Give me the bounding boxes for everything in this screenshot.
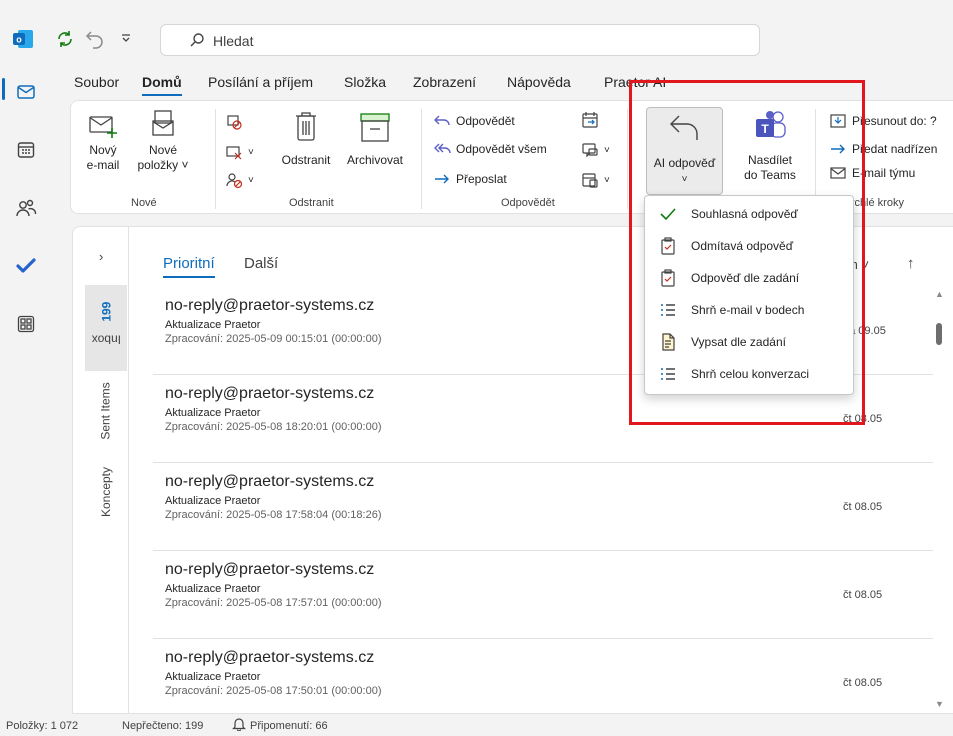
reply-label: Odpovědět [456, 114, 515, 128]
message-preview: Zpracování: 2025-05-08 17:50:01 (00:00:0… [165, 685, 382, 697]
group-label-respond: Odpovědět [501, 197, 555, 209]
archive-label: Archivovat [346, 153, 404, 167]
more-respond-icon[interactable]: ˅ [581, 171, 610, 189]
forward-label: Přeposlat [456, 172, 507, 186]
app-rail [0, 64, 52, 714]
tab-posilani[interactable]: Posílání a příjem [208, 74, 313, 90]
new-email-label-2: e-mail [86, 158, 120, 172]
folder-sent-label: Sent Items [99, 382, 114, 440]
calendar-icon[interactable] [10, 134, 42, 166]
todo-icon[interactable] [10, 250, 42, 282]
message-subject: Aktualizace Praetor [165, 407, 261, 419]
message-from: no-reply@praetor-systems.cz [165, 561, 375, 578]
tab-domu[interactable]: Domů [142, 74, 182, 96]
sync-icon[interactable] [54, 28, 76, 53]
undo-icon[interactable] [84, 28, 106, 53]
folder-strip: › Inbox 199 Sent Items Koncepty [81, 227, 129, 715]
new-items-button[interactable]: Nové položky ˅ [137, 109, 189, 173]
cleanup-icon[interactable]: ˅ [225, 143, 254, 161]
title-bar: o Hledat [0, 0, 953, 64]
apps-icon[interactable] [10, 308, 42, 340]
folder-drafts[interactable]: Koncepty [85, 459, 127, 525]
chevron-down-icon: ˅ [181, 158, 189, 172]
reply-all-label: Odpovědět všem [456, 142, 547, 156]
reply-button[interactable]: Odpovědět [433, 113, 515, 129]
message-from: no-reply@praetor-systems.cz [165, 473, 375, 490]
message-from: no-reply@praetor-systems.cz [165, 649, 375, 666]
message-from: no-reply@praetor-systems.cz [165, 385, 375, 402]
message-preview: Zpracování: 2025-05-08 18:20:01 (00:00:0… [165, 421, 382, 433]
meeting-icon[interactable] [581, 111, 599, 129]
message-subject: Aktualizace Praetor [165, 319, 261, 331]
outlook-logo-icon: o [12, 28, 34, 50]
im-icon[interactable]: ˅ [581, 141, 610, 159]
group-label-new: Nové [131, 197, 157, 209]
new-email-button[interactable]: Nový e-mail [85, 111, 121, 173]
archive-button[interactable]: Archivovat [339, 111, 411, 168]
active-indicator [2, 78, 5, 100]
tab-slozka[interactable]: Složka [344, 74, 386, 90]
message-row[interactable]: no-reply@praetor-systems.cz Aktualizace … [153, 553, 933, 639]
highlight-box [629, 80, 865, 425]
search-box[interactable]: Hledat [160, 24, 760, 56]
search-icon [189, 32, 205, 51]
new-email-label-1: Nový [89, 143, 117, 157]
forward-button[interactable]: Přeposlat [433, 171, 507, 187]
separator [627, 109, 628, 209]
message-subject: Aktualizace Praetor [165, 495, 261, 507]
tab-focused[interactable]: Prioritní [163, 255, 215, 278]
block-icon[interactable]: ˅ [225, 171, 254, 189]
message-date: čt 08.05 [843, 589, 883, 601]
mail-icon[interactable] [10, 76, 42, 108]
folder-drafts-label: Koncepty [99, 466, 114, 518]
folder-sent[interactable]: Sent Items [85, 375, 127, 447]
reply-all-button[interactable]: Odpovědět všem [433, 141, 547, 157]
new-items-label-2: položky [137, 158, 179, 172]
message-date: čt 08.05 [843, 501, 883, 513]
message-from: no-reply@praetor-systems.cz [165, 297, 375, 314]
scroll-up-arrow[interactable]: ▲ [935, 289, 944, 299]
status-unread: Nepřečteno: 199 [122, 720, 204, 732]
ignore-icon[interactable] [225, 113, 243, 131]
folder-inbox-label: Inbox [91, 332, 121, 347]
expand-chevron-icon[interactable]: › [99, 249, 103, 264]
group-label-delete: Odstranit [289, 197, 334, 209]
message-preview: Zpracování: 2025-05-08 17:58:04 (00:18:2… [165, 509, 382, 521]
tab-zobrazeni[interactable]: Zobrazení [413, 74, 476, 90]
svg-text:o: o [16, 35, 22, 45]
status-reminders[interactable]: Připomenutí: 66 [250, 720, 328, 732]
customize-icon[interactable] [120, 32, 132, 47]
new-items-label-1: Nové [148, 143, 177, 157]
message-preview: Zpracování: 2025-05-08 17:57:01 (00:00:0… [165, 597, 382, 609]
separator [215, 109, 216, 209]
tab-other[interactable]: Další [244, 255, 278, 272]
status-bar: Položky: 1 072 Nepřečteno: 199 Připomenu… [0, 714, 953, 736]
separator [421, 109, 422, 209]
inbox-count: 199 [99, 301, 114, 322]
delete-button[interactable]: Odstranit [271, 109, 341, 168]
bell-icon [232, 717, 246, 734]
sort-arrow-up-icon[interactable]: ↑ [907, 255, 915, 272]
message-date: čt 08.05 [843, 677, 883, 689]
tab-soubor[interactable]: Soubor [74, 74, 119, 90]
message-row[interactable]: no-reply@praetor-systems.cz Aktualizace … [153, 465, 933, 551]
scroll-down-arrow[interactable]: ▼ [935, 699, 944, 709]
search-placeholder: Hledat [213, 33, 254, 49]
status-items: Položky: 1 072 [6, 720, 79, 732]
folder-inbox[interactable]: Inbox 199 [85, 285, 127, 371]
message-subject: Aktualizace Praetor [165, 671, 261, 683]
people-icon[interactable] [10, 192, 42, 224]
message-subject: Aktualizace Praetor [165, 583, 261, 595]
delete-label: Odstranit [281, 153, 331, 167]
tab-napoveda[interactable]: Nápověda [507, 74, 571, 90]
scrollbar-thumb[interactable] [936, 323, 942, 345]
message-preview: Zpracování: 2025-05-09 00:15:01 (00:00:0… [165, 333, 382, 345]
